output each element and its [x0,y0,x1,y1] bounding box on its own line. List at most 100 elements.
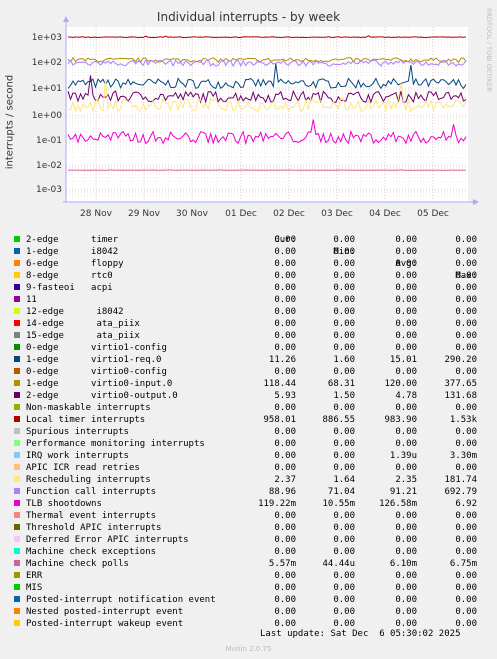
legend-swatch [14,356,20,362]
legend-swatch [14,332,20,338]
legend-max: 0.00 [455,307,477,317]
x-axis-arrow [473,199,479,205]
legend-min: 0.00 [333,535,355,545]
legend-swatch [14,368,20,374]
legend-name: 0-edge virtio0-config [26,367,167,377]
legend-max: 0.00 [455,535,477,545]
legend-name: APIC ICR read retries [26,463,140,473]
legend-max: 0.00 [455,547,477,557]
legend-name: 9-fasteoi acpi [26,283,113,293]
legend-row: IRQ work interrupts 0.00 0.00 1.39u 3.30m [12,450,492,462]
legend-swatch [14,260,20,266]
legend-swatch [14,392,20,398]
legend-swatch [14,428,20,434]
legend-max: 0.00 [455,271,477,281]
legend-max: 0.00 [455,319,477,329]
legend-row: Machine check polls 5.57m 44.44u 6.10m 6.75m [12,558,492,570]
legend-max: 3.30m [449,451,477,461]
y-axis-arrow [63,16,69,22]
legend-name: Rescheduling interrupts [26,475,151,485]
legend-name: 14-edge ata_piix [26,319,140,329]
legend-swatch [14,416,20,422]
x-tick-label: 30 Nov [176,209,209,219]
legend-min: 68.31 [327,379,355,389]
legend-name: Machine check exceptions [26,547,157,557]
legend-row: Posted-interrupt notification event 0.00 0… [12,594,492,606]
legend-name: 1-edge virtio1-req.0 [26,355,162,365]
legend-name: 8-edge rtc0 [26,271,113,281]
legend-min: 71.04 [327,487,355,497]
legend-max: 377.65 [444,379,477,389]
legend-row: Threshold APIC interrupts 0.00 0.00 0.00 0.0… [12,522,492,534]
legend-swatch [14,596,20,602]
legend-max: 0.00 [455,403,477,413]
legend-row: 1-edge virtio0-input.0 118.44 68.31 120.00 3… [12,378,492,390]
x-tick-label: 29 Nov [128,209,161,219]
legend-max: 131.68 [444,391,477,401]
legend-max: 0.00 [455,439,477,449]
legend-min: 0.00 [333,331,355,341]
legend-min: 1.60 [333,355,355,365]
legend-row: Deferred Error APIC interrupts 0.00 0.00 0.… [12,534,492,546]
y-tick-label: 1e+03 [32,33,62,43]
legend-max: 1.53k [449,415,477,425]
legend-rows: 2-edge timer 0.00 0.00 0.00 0.00 1-edge i8042… [12,234,492,630]
legend-row: 15-edge ata_piix 0.00 0.00 0.00 0.00 [12,330,492,342]
legend-name: TLB shootdowns [26,499,102,509]
legend-max: 0.00 [455,259,477,269]
legend-row: 1-edge virtio1-req.0 11.26 1.60 15.01 290.20 [12,354,492,366]
legend-max: 181.74 [444,475,477,485]
legend-row: Nested posted-interrupt event 0.00 0.00 0.0… [12,606,492,618]
legend-max: 0.00 [455,511,477,521]
legend-max: 6.92 [455,499,477,509]
munin-version: Munin 2.0.75 [225,645,272,653]
x-tick-label: 05 Dec [417,209,449,219]
legend-max: 0.00 [455,595,477,605]
chart-plot: 1e-03 1e-02 1e-01 1e+00 1e+01 1e+02 1e+03 28 No… [32,16,479,219]
legend-swatch [14,296,20,302]
y-tick-label: 1e+02 [32,58,62,68]
legend-row: Local timer interrupts 958.01 886.55 983.90… [12,414,492,426]
series-line [68,169,466,171]
legend-swatch [14,476,20,482]
legend-row: Thermal event interrupts 0.00 0.00 0.00 0.00 [12,510,492,522]
legend-max: 0.00 [455,343,477,353]
legend-max: 0.00 [455,427,477,437]
legend-row: 0-edge virtio0-config 0.00 0.00 0.00 0.00 [12,366,492,378]
x-tick-label: 03 Dec [321,209,353,219]
legend-max: 0.00 [455,331,477,341]
y-tick-label: 1e-01 [36,136,62,146]
legend-name: Deferred Error APIC interrupts [26,535,189,545]
legend-min: 0.00 [333,571,355,581]
legend-min: 0.00 [333,319,355,329]
legend-swatch [14,344,20,350]
legend-row: 12-edge i8042 0.00 0.00 0.00 0.00 [12,306,492,318]
legend-swatch [14,236,20,242]
legend-row: 8-edge rtc0 0.00 0.00 0.00 0.00 [12,270,492,282]
legend-name: 0-edge virtio1-config [26,343,167,353]
legend-name: Non-maskable interrupts [26,403,151,413]
legend-row: APIC ICR read retries 0.00 0.00 0.00 0.00 [12,462,492,474]
last-update: Last update: Sat Dec 6 05:30:02 2025 [260,629,461,639]
legend-min: 44.44u [322,559,355,569]
legend-swatch [14,620,20,626]
legend-name: 6-edge floppy [26,259,124,269]
legend-max: 0.00 [455,367,477,377]
legend-swatch [14,308,20,314]
legend-name: Posted-interrupt wakeup event [26,619,184,629]
legend-name: IRQ work interrupts [26,451,129,461]
legend-min: 0.00 [333,463,355,473]
legend-name: 2-edge timer [26,235,119,245]
legend-row: TLB shootdowns 119.22m 10.55m 126.58m 6.92 [12,498,492,510]
legend-name: ERR [26,571,43,581]
legend-name: Function call interrupts [26,487,157,497]
legend-row: 9-fasteoi acpi 0.00 0.00 0.00 0.00 [12,282,492,294]
legend-swatch [14,536,20,542]
legend-max: 0.00 [455,571,477,581]
x-tick-label: 28 Nov [80,209,113,219]
legend-min: 1.64 [333,475,355,485]
legend-swatch [14,404,20,410]
legend-max: 0.00 [455,295,477,305]
legend-min: 0.00 [333,511,355,521]
legend-name: 1-edge i8042 [26,247,119,257]
